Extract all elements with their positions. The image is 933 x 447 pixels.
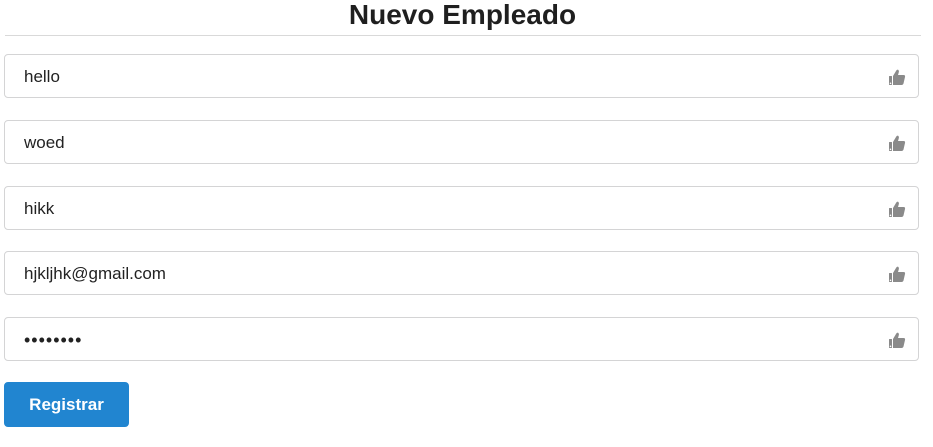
thumbs-up-icon [889,135,906,151]
thumbs-up-icon [889,332,906,348]
thumbs-up-icon [889,69,906,85]
email-field-value[interactable]: hjkljhk@gmail.com [24,252,166,296]
title-divider [5,35,921,36]
page-title: Nuevo Empleado [348,0,577,30]
text-field-3[interactable]: hikk [4,186,919,230]
text-field-1[interactable]: hello [4,54,919,98]
thumbs-up-icon [889,201,906,217]
password-field[interactable]: •••••••• [4,317,919,361]
text-field-3-value[interactable]: hikk [24,187,54,231]
thumbs-up-icon [889,266,906,282]
email-field[interactable]: hjkljhk@gmail.com [4,251,919,295]
text-field-2-value[interactable]: woed [24,121,65,165]
text-field-2[interactable]: woed [4,120,919,164]
text-field-1-value[interactable]: hello [24,55,60,99]
register-button[interactable]: Registrar [4,382,129,427]
password-field-value[interactable]: •••••••• [24,318,82,362]
